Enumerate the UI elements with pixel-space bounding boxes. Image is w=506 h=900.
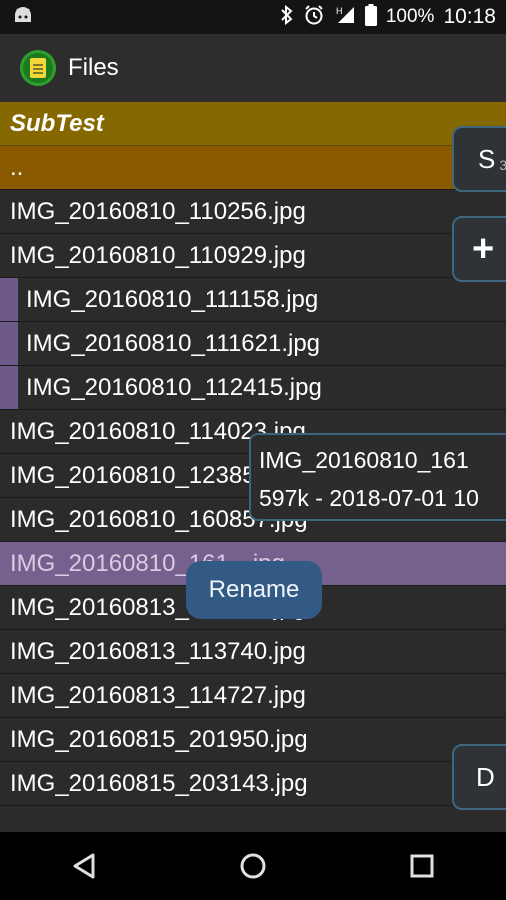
- d-button[interactable]: D: [452, 744, 506, 810]
- sort-button-label: S: [478, 143, 496, 174]
- file-row[interactable]: IMG_20160813_113740.jpg: [0, 630, 506, 674]
- back-icon[interactable]: [54, 836, 114, 896]
- sort-button-sub: 3: [499, 157, 506, 173]
- rename-button-label: Rename: [208, 576, 300, 603]
- recents-icon[interactable]: [392, 836, 452, 896]
- alarm-icon: [303, 4, 325, 31]
- file-row[interactable]: IMG_20160810_110929.jpg: [0, 234, 506, 278]
- tooltip-filename: IMG_20160810_161: [259, 447, 469, 473]
- bluetooth-icon: [280, 4, 294, 30]
- sort-button[interactable]: S 3: [452, 126, 506, 192]
- file-row[interactable]: IMG_20160815_203143.jpg: [0, 762, 506, 806]
- plus-icon: +: [472, 227, 495, 270]
- status-bar: H 100% 10:18: [0, 0, 506, 34]
- parent-folder-row[interactable]: ..: [0, 146, 506, 190]
- android-icon: [12, 6, 34, 29]
- home-icon[interactable]: [223, 836, 283, 896]
- file-row[interactable]: IMG_20160815_201950.jpg: [0, 718, 506, 762]
- files-app-icon[interactable]: [20, 50, 56, 86]
- folder-header[interactable]: SubTest: [0, 102, 506, 146]
- clock: 10:18: [443, 5, 496, 28]
- file-row[interactable]: IMG_20160813_114727.jpg: [0, 674, 506, 718]
- file-info-tooltip: IMG_20160810_161 597k - 2018-07-01 10: [249, 433, 506, 521]
- signal-icon: H: [334, 5, 356, 30]
- d-button-label: D: [476, 761, 495, 792]
- file-row[interactable]: IMG_20160810_112415.jpg: [0, 366, 506, 410]
- battery-icon: [364, 3, 377, 31]
- file-row[interactable]: IMG_20160810_111158.jpg: [0, 278, 506, 322]
- rename-button[interactable]: Rename: [186, 561, 322, 619]
- navigation-bar: [0, 832, 506, 900]
- app-bar: Files: [0, 34, 506, 102]
- file-row[interactable]: IMG_20160810_111621.jpg: [0, 322, 506, 366]
- tooltip-details: 597k - 2018-07-01 10: [259, 485, 479, 511]
- file-row[interactable]: IMG_20160810_110256.jpg: [0, 190, 506, 234]
- battery-level: 100%: [385, 6, 435, 27]
- add-button[interactable]: +: [452, 216, 506, 282]
- svg-text:H: H: [336, 6, 343, 16]
- app-title: Files: [68, 54, 119, 81]
